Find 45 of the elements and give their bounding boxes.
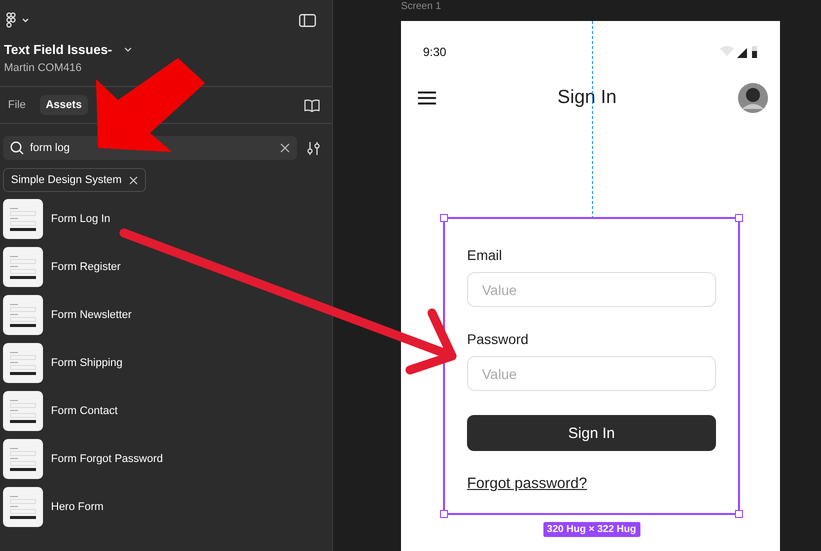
- menu-icon[interactable]: [418, 91, 436, 105]
- library-filter-chip[interactable]: Simple Design System: [3, 168, 146, 192]
- component-thumbnail[interactable]: [3, 487, 43, 527]
- component-thumbnail[interactable]: [3, 391, 43, 431]
- asset-name[interactable]: Form Newsletter: [51, 309, 132, 321]
- panel-tab[interactable]: Assets: [40, 95, 88, 115]
- component-thumbnail[interactable]: [3, 295, 43, 335]
- clear-icon[interactable]: [280, 143, 290, 153]
- chevron-down-icon[interactable]: [124, 47, 132, 52]
- asset-name[interactable]: Form Register: [51, 261, 121, 273]
- component-thumbnail[interactable]: [3, 199, 43, 239]
- book-icon[interactable]: [304, 98, 320, 112]
- resize-handle[interactable]: [440, 214, 448, 222]
- status-icons: [720, 45, 758, 59]
- component-thumbnail[interactable]: [3, 247, 43, 287]
- asset-name[interactable]: Hero Form: [51, 501, 104, 513]
- resize-handle[interactable]: [440, 510, 448, 518]
- team-name: Martin COM416: [3, 61, 83, 74]
- screen-title: Sign In: [557, 87, 617, 109]
- status-time: 9:30: [423, 45, 446, 59]
- asset-name[interactable]: Form Shipping: [51, 357, 123, 369]
- panel-tab[interactable]: File: [2, 95, 32, 115]
- field-label: Email: [467, 247, 504, 263]
- forgot-password-link[interactable]: Forgot password?: [467, 475, 588, 492]
- component-thumbnail[interactable]: [3, 439, 43, 479]
- component-thumbnail[interactable]: [3, 343, 43, 383]
- logo-menu-icon[interactable]: [4, 12, 30, 28]
- asset-name[interactable]: Form Log In: [51, 213, 110, 225]
- asset-name[interactable]: Form Contact: [51, 405, 118, 417]
- search-input[interactable]: form log: [30, 142, 274, 154]
- file-title[interactable]: Text Field Issues-: [4, 42, 112, 57]
- asset-name[interactable]: Form Forgot Password: [51, 453, 163, 465]
- resize-handle[interactable]: [735, 510, 743, 518]
- input-field[interactable]: Value: [467, 356, 716, 391]
- field-label: Password: [467, 331, 530, 347]
- size-badge: 320 Hug × 322 Hug: [542, 522, 640, 537]
- sign-in-button[interactable]: Sign In: [467, 415, 716, 451]
- remove-icon[interactable]: [128, 176, 138, 184]
- frame-label[interactable]: Screen 1: [401, 0, 821, 21]
- input-field[interactable]: Value: [467, 272, 716, 307]
- avatar-icon[interactable]: [738, 83, 768, 113]
- filter-sliders-icon[interactable]: [307, 140, 320, 156]
- search-icon: [10, 141, 24, 155]
- resize-handle[interactable]: [735, 214, 743, 222]
- panel-toggle-icon[interactable]: [299, 14, 316, 26]
